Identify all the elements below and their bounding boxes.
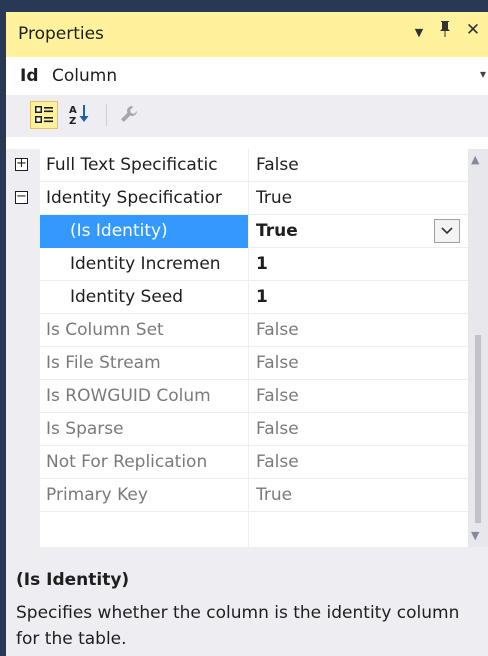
property-name: Is Column Set: [46, 320, 164, 340]
property-value[interactable]: False: [256, 419, 299, 439]
property-value[interactable]: True: [256, 221, 298, 241]
scroll-thumb[interactable]: [475, 335, 481, 523]
property-row[interactable]: Not For Replication False: [6, 446, 468, 479]
scroll-down-icon[interactable]: ▼: [471, 529, 479, 542]
property-name: Not For Replication: [46, 452, 208, 472]
svg-text:Z: Z: [69, 116, 76, 127]
chevron-down-icon[interactable]: ▾: [480, 67, 486, 81]
window-position-dropdown-icon[interactable]: ▼: [408, 26, 430, 39]
property-value[interactable]: 1: [256, 287, 268, 307]
object-type: Column: [52, 66, 118, 86]
value-dropdown-button[interactable]: [434, 219, 460, 243]
property-value[interactable]: False: [256, 353, 299, 373]
properties-title-bar[interactable]: Properties ▼ ✕: [6, 12, 488, 57]
categorized-icon: [35, 106, 53, 123]
property-row[interactable]: Is Column Set False: [6, 314, 468, 347]
property-value[interactable]: False: [256, 320, 299, 340]
pin-icon[interactable]: [434, 20, 456, 43]
description-text: Specifies whether the column is the iden…: [16, 603, 460, 649]
scroll-up-icon[interactable]: ▲: [471, 153, 479, 166]
property-name: Full Text Specificatic: [46, 155, 218, 175]
property-value[interactable]: False: [256, 155, 299, 175]
property-value[interactable]: True: [256, 188, 292, 208]
property-row[interactable]: Primary Key True: [6, 479, 468, 512]
property-value[interactable]: 1: [256, 254, 268, 274]
property-row[interactable]: Is Sparse False: [6, 413, 468, 446]
property-row[interactable]: − Identity Specificatior True: [6, 182, 468, 215]
toolbar-separator: [106, 104, 107, 126]
vertical-scrollbar[interactable]: ▲ ▼: [468, 149, 488, 547]
svg-text:A: A: [69, 105, 77, 116]
property-row[interactable]: Identity Seed 1: [6, 281, 468, 314]
property-pages-button[interactable]: [116, 101, 144, 129]
object-name: Id: [20, 66, 39, 86]
expand-icon[interactable]: +: [15, 157, 28, 171]
categorized-button[interactable]: [30, 101, 58, 129]
property-name: Identity Incremen: [70, 254, 221, 274]
column-splitter[interactable]: [248, 149, 249, 547]
property-row[interactable]: (Is Identity) True: [6, 215, 468, 248]
property-name: Is Sparse: [46, 419, 124, 439]
chevron-down-icon: [441, 227, 453, 235]
property-value[interactable]: True: [256, 485, 292, 505]
property-value[interactable]: False: [256, 452, 299, 472]
property-name: Identity Seed: [70, 287, 184, 307]
property-name: (Is Identity): [70, 221, 168, 241]
property-name: Identity Specificatior: [46, 188, 222, 208]
close-icon[interactable]: ✕: [462, 20, 484, 40]
property-name: Is ROWGUID Colum: [46, 386, 211, 406]
description-title: (Is Identity): [16, 570, 130, 590]
description-splitter[interactable]: [6, 547, 488, 555]
properties-toolbar: A Z: [6, 95, 488, 137]
property-value[interactable]: False: [256, 386, 299, 406]
property-name: Is File Stream: [46, 353, 161, 373]
window-frame-top: [0, 0, 488, 12]
collapse-icon[interactable]: −: [15, 190, 28, 204]
alphabetical-button[interactable]: A Z: [66, 101, 94, 129]
alphabetical-icon: A Z: [69, 105, 89, 127]
property-row[interactable]: Identity Incremen 1: [6, 248, 468, 281]
description-pane: (Is Identity) Specifies whether the colu…: [6, 555, 488, 656]
property-row[interactable]: + Full Text Specificatic False: [6, 149, 468, 182]
wrench-icon: [121, 106, 137, 122]
property-row[interactable]: Is File Stream False: [6, 347, 468, 380]
panel-title: Properties: [18, 24, 104, 44]
property-name: Primary Key: [46, 485, 148, 505]
object-selector[interactable]: Id Column ▾: [6, 57, 488, 95]
property-row[interactable]: Is ROWGUID Colum False: [6, 380, 468, 413]
